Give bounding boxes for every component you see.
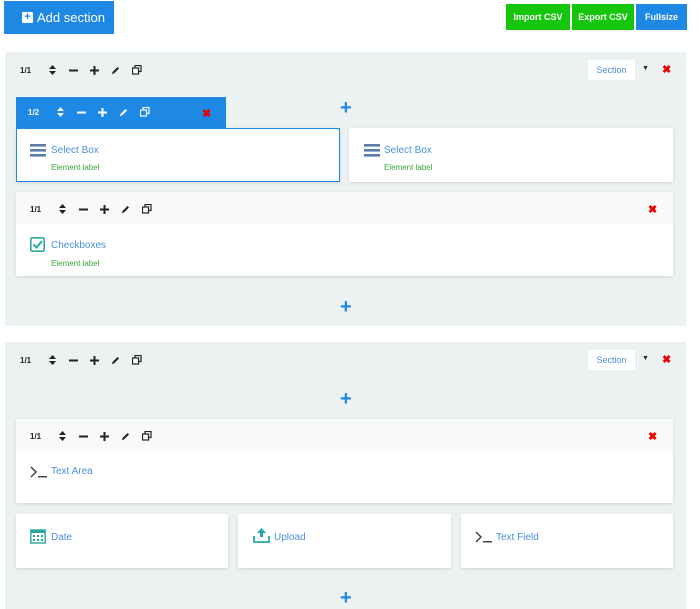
pencil-icon[interactable] <box>115 432 136 441</box>
upload-icon <box>253 528 270 543</box>
plus-icon[interactable] <box>94 431 115 441</box>
minus-icon[interactable] <box>73 432 94 441</box>
field-title: Upload <box>274 532 306 543</box>
copy-icon[interactable] <box>136 431 157 441</box>
add-row-plus-icon[interactable]: + <box>340 588 352 608</box>
add-section-button[interactable]: + Add section <box>4 1 114 34</box>
section-2-toolbar: 1/1 <box>20 352 147 368</box>
section-ratio[interactable]: 1/1 <box>20 66 42 75</box>
row-toolbar: 1/1 <box>30 201 157 217</box>
row-ratio[interactable]: 1/1 <box>30 432 52 441</box>
delete-row-icon[interactable]: ✖ <box>648 203 657 216</box>
plus-icon[interactable] <box>84 355 105 365</box>
section-type-select[interactable]: Section <box>588 350 635 370</box>
field-label: Element label <box>51 259 100 268</box>
pencil-icon[interactable] <box>105 356 126 365</box>
copy-icon[interactable] <box>136 204 157 214</box>
field-card-select-box-1[interactable]: Select Box Element label <box>16 128 340 182</box>
field-card-upload[interactable]: Upload <box>238 514 451 568</box>
pencil-icon[interactable] <box>105 66 126 75</box>
sort-icon[interactable] <box>50 107 71 117</box>
add-row-plus-icon[interactable]: + <box>340 297 352 317</box>
field-card-text-field[interactable]: Text Field <box>461 514 673 568</box>
list-icon <box>30 144 46 157</box>
row-text-area: 1/1 ✖ Text Area <box>16 419 673 503</box>
column-1-toolbar: 1/2 <box>28 104 155 120</box>
add-section-label: Add section <box>37 10 105 25</box>
checkbox-icon <box>30 237 45 252</box>
minus-icon[interactable] <box>71 108 92 117</box>
delete-column-icon[interactable]: ✖ <box>202 107 211 120</box>
copy-icon[interactable] <box>126 65 147 75</box>
section-1 <box>5 52 686 326</box>
caret-down-icon[interactable]: ▼ <box>642 355 649 362</box>
caret-down-icon[interactable]: ▼ <box>642 65 649 72</box>
field-title: Date <box>51 532 73 543</box>
minus-icon[interactable] <box>63 66 84 75</box>
plus-square-icon: + <box>22 12 33 23</box>
sort-icon[interactable] <box>42 355 63 365</box>
minus-icon[interactable] <box>63 356 84 365</box>
pencil-icon[interactable] <box>115 205 136 214</box>
terminal-icon <box>475 531 492 543</box>
copy-icon[interactable] <box>134 107 155 117</box>
list-icon <box>364 144 380 157</box>
add-row-plus-icon[interactable]: + <box>340 389 352 409</box>
delete-section-icon[interactable]: ✖ <box>662 353 671 366</box>
section-1-toolbar: 1/1 <box>20 62 147 78</box>
export-csv-button[interactable]: Export CSV <box>572 4 634 30</box>
column-ratio[interactable]: 1/2 <box>28 108 50 117</box>
field-title: Text Area <box>51 466 93 477</box>
field-title: Checkboxes <box>51 240 107 251</box>
field-label: Element label <box>51 163 100 172</box>
field-title: Select Box <box>51 145 99 156</box>
field-title: Select Box <box>384 145 432 156</box>
plus-icon[interactable] <box>92 107 113 117</box>
section-type-select[interactable]: Section <box>588 60 635 80</box>
terminal-icon <box>30 466 47 478</box>
fullsize-button[interactable]: Fullsize <box>636 4 687 30</box>
field-card-select-box-2[interactable]: Select Box Element label <box>349 128 673 182</box>
row-ratio[interactable]: 1/1 <box>30 205 52 214</box>
calendar-icon <box>30 529 46 544</box>
add-column-plus-icon[interactable]: + <box>340 98 352 118</box>
sort-icon[interactable] <box>52 431 73 441</box>
plus-icon[interactable] <box>84 65 105 75</box>
field-label: Element label <box>384 163 433 172</box>
copy-icon[interactable] <box>126 355 147 365</box>
field-title: Text Field <box>496 532 539 543</box>
import-csv-button[interactable]: Import CSV <box>506 4 570 30</box>
plus-icon[interactable] <box>94 204 115 214</box>
row-checkboxes: 1/1 ✖ Checkboxes Element label <box>16 192 673 276</box>
delete-section-icon[interactable]: ✖ <box>662 63 671 76</box>
row-toolbar: 1/1 <box>30 428 157 444</box>
delete-row-icon[interactable]: ✖ <box>648 430 657 443</box>
field-card-date[interactable]: Date <box>16 514 228 568</box>
sort-icon[interactable] <box>42 65 63 75</box>
section-ratio[interactable]: 1/1 <box>20 356 42 365</box>
minus-icon[interactable] <box>73 205 94 214</box>
sort-icon[interactable] <box>52 204 73 214</box>
pencil-icon[interactable] <box>113 108 134 117</box>
